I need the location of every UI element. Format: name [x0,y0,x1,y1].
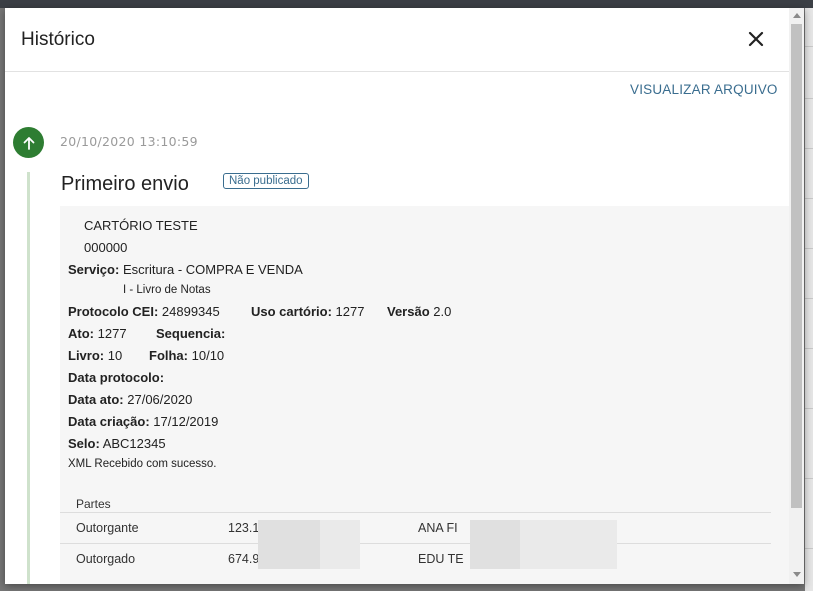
protocolo-cei-label: Protocolo CEI: [68,304,159,319]
history-dialog: Histórico VISUALIZAR ARQUIVO 20/10/2020 … [5,8,804,584]
parts-header: Partes [76,497,111,511]
servico-label: Serviço: [68,262,120,277]
timeline-line [27,172,30,584]
sequencia-label: Sequencia: [156,326,226,341]
protocolo-cei-value: 24899345 [161,304,220,319]
history-content[interactable]: VISUALIZAR ARQUIVO 20/10/2020 13:10:59 P… [5,72,789,584]
ato-field: Ato: 1277 [68,326,127,341]
folha-value: 10/10 [191,348,225,363]
data-criacao-label: Data criação: [68,414,150,429]
data-protocolo-label: Data protocolo: [68,370,165,385]
dialog-title: Histórico [21,29,95,50]
app-background-right [805,8,813,591]
livro-field: Livro: 10 [68,348,122,363]
part-role: Outorgado [76,552,136,566]
table-row: Outorgante 123.1 ANA FI [60,512,771,544]
data-criacao-field: Data criação: 17/12/2019 [68,414,218,429]
status-badge: Não publicado [223,173,309,189]
xml-status: XML Recebido com sucesso. [68,458,217,470]
close-button[interactable] [745,28,767,50]
data-ato-label: Data ato: [68,392,124,407]
selo-label: Selo: [68,436,100,451]
protocolo-cei-field: Protocolo CEI: 24899345 [68,304,220,319]
part-name: EDU TE [418,552,464,566]
scroll-up-arrow-icon[interactable] [793,13,801,18]
table-row: Outorgado 674.9 EDU TE [60,543,771,575]
scroll-down-arrow-icon[interactable] [793,572,801,577]
uso-cartorio-label: Uso cartório: [251,304,332,319]
livro-tipo: I - Livro de Notas [123,284,211,296]
data-ato-value: 27/06/2020 [127,392,193,407]
selo-field: Selo: ABC12345 [68,436,166,451]
entry-details-panel: CARTÓRIO TESTE 000000 Serviço: Escritura… [60,206,789,584]
part-document: 674.9 [228,552,260,566]
uso-cartorio-field: Uso cartório: 1277 [251,304,364,319]
part-name: ANA FI [418,521,458,535]
part-role: Outorgante [76,521,139,535]
servico-value: Escritura - COMPRA E VENDA [122,262,303,277]
versao-label: Versão [387,304,430,319]
scroll-thumb[interactable] [791,24,802,508]
timeline-marker [13,127,44,158]
uso-cartorio-value: 1277 [335,304,365,319]
sequencia-field: Sequencia: [156,326,225,341]
office-code: 000000 [84,240,128,255]
app-top-bar [0,0,813,8]
redaction-block [470,520,520,569]
livro-value: 10 [107,348,123,363]
entry-title: Primeiro envio [61,173,189,195]
view-file-button[interactable]: VISUALIZAR ARQUIVO [630,82,778,97]
office-name: CARTÓRIO TESTE [84,218,198,233]
data-ato-field: Data ato: 27/06/2020 [68,392,192,407]
versao-value: 2.0 [433,304,452,319]
redaction-block [258,520,320,569]
ato-label: Ato: [68,326,94,341]
close-icon [748,31,764,47]
servico-field: Serviço: Escritura - COMPRA E VENDA [68,262,303,277]
ato-value: 1277 [97,326,127,341]
folha-field: Folha: 10/10 [149,348,224,363]
data-criacao-value: 17/12/2019 [153,414,219,429]
versao-field: Versão 2.0 [387,304,451,319]
dialog-header: Histórico [5,8,789,72]
dialog-scrollbar[interactable] [789,8,804,584]
selo-value: ABC12345 [102,436,166,451]
part-document: 123.1 [228,521,260,535]
livro-label: Livro: [68,348,105,363]
redaction-block [320,520,360,569]
data-protocolo-field: Data protocolo: [68,370,164,385]
folha-label: Folha: [149,348,188,363]
redaction-block [520,520,617,569]
entry-timestamp: 20/10/2020 13:10:59 [60,134,198,149]
arrow-up-icon [23,136,34,150]
